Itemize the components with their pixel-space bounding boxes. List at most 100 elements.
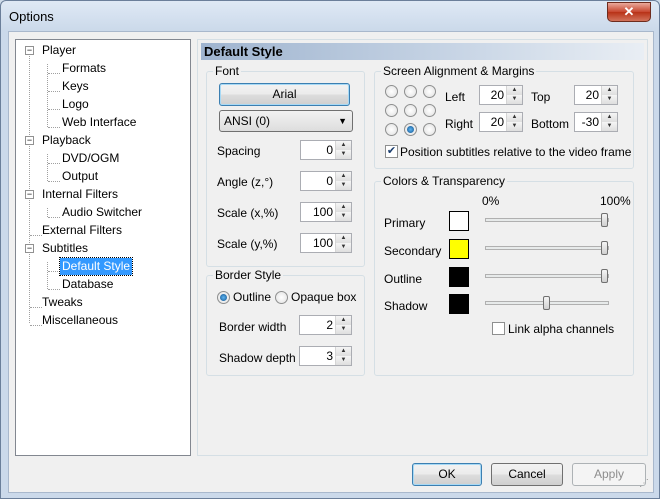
outline-color-swatch[interactable] — [449, 267, 469, 287]
apply-button[interactable]: Apply — [572, 463, 646, 486]
primary-alpha-slider[interactable] — [485, 218, 609, 222]
charset-select[interactable]: ANSI (0) ▼ — [219, 110, 353, 132]
secondary-color-swatch[interactable] — [449, 239, 469, 259]
tree-item-external-filters[interactable]: External Filters — [40, 222, 124, 239]
shadow-color-swatch[interactable] — [449, 294, 469, 314]
spacing-stepper[interactable]: 0 ▲ ▼ — [300, 140, 352, 160]
tree-item-keys[interactable]: Keys — [60, 78, 91, 95]
primary-alpha-thumb[interactable] — [601, 213, 608, 227]
tree-root-line — [29, 51, 30, 323]
spin-down-icon[interactable]: ▼ — [336, 325, 351, 334]
outline-color-label: Outline — [384, 272, 423, 286]
shadow-depth-label: Shadow depth — [219, 351, 296, 365]
tree-connector — [48, 109, 60, 110]
tree-item-player[interactable]: Player — [40, 42, 78, 59]
outline-alpha-thumb[interactable] — [601, 269, 608, 283]
tree-item-web-interface[interactable]: Web Interface — [60, 114, 138, 131]
expand-playback-icon[interactable]: − — [25, 136, 34, 145]
scale-y-stepper[interactable]: 100 ▲ ▼ — [300, 233, 352, 253]
spin-up-icon[interactable]: ▲ — [507, 113, 522, 122]
align-bottom-center-radio[interactable] — [404, 123, 417, 136]
tree-item-formats[interactable]: Formats — [60, 60, 108, 77]
spin-down-icon[interactable]: ▼ — [507, 122, 522, 131]
tree-item-internal-filters[interactable]: Internal Filters — [40, 186, 120, 203]
spin-down-icon[interactable]: ▼ — [336, 356, 351, 365]
primary-color-swatch[interactable] — [449, 211, 469, 231]
tree-item-output[interactable]: Output — [60, 168, 100, 185]
tree-connector — [48, 217, 60, 218]
font-button[interactable]: Arial — [219, 83, 350, 106]
bottom-margin-stepper[interactable]: -30 ▲ ▼ — [574, 112, 618, 132]
scale-x-stepper[interactable]: 100 ▲ ▼ — [300, 202, 352, 222]
align-bottom-right-radio[interactable] — [423, 123, 436, 136]
tree-item-dvd-ogm[interactable]: DVD/OGM — [60, 150, 121, 167]
border-style-group: Border Style Outline Opaque box Border w… — [206, 268, 365, 376]
tree-item-logo[interactable]: Logo — [60, 96, 91, 113]
align-middle-left-radio[interactable] — [385, 104, 398, 117]
spin-down-icon[interactable]: ▼ — [602, 122, 617, 131]
title-bar[interactable]: Options ✕ — [1, 1, 659, 31]
align-middle-center-radio[interactable] — [404, 104, 417, 117]
spin-up-icon[interactable]: ▲ — [507, 86, 522, 95]
tree-item-subtitles[interactable]: Subtitles — [40, 240, 90, 257]
spin-down-icon[interactable]: ▼ — [336, 181, 351, 190]
right-margin-stepper[interactable]: 20 ▲ ▼ — [479, 112, 523, 132]
spin-down-icon[interactable]: ▼ — [602, 95, 617, 104]
angle-stepper[interactable]: 0 ▲ ▼ — [300, 171, 352, 191]
spin-up-icon[interactable]: ▲ — [602, 86, 617, 95]
outline-radio[interactable] — [217, 291, 230, 304]
tree-item-playback[interactable]: Playback — [40, 132, 93, 149]
colors-group-label: Colors & Transparency — [381, 174, 508, 188]
close-button[interactable]: ✕ — [607, 2, 651, 22]
left-margin-stepper[interactable]: 20 ▲ ▼ — [479, 85, 523, 105]
ok-button[interactable]: OK — [412, 463, 482, 486]
spin-down-icon[interactable]: ▼ — [507, 95, 522, 104]
border-group-label: Border Style — [213, 268, 284, 282]
relative-position-checkbox[interactable]: ✔ — [385, 145, 398, 158]
spin-up-icon[interactable]: ▲ — [336, 141, 351, 150]
outline-label: Outline — [233, 290, 272, 304]
spin-down-icon[interactable]: ▼ — [336, 150, 351, 159]
border-width-stepper[interactable]: 2 ▲ ▼ — [299, 315, 352, 335]
spin-up-icon[interactable]: ▲ — [602, 113, 617, 122]
top-margin-label: Top — [531, 90, 551, 104]
spin-down-icon[interactable]: ▼ — [336, 243, 351, 252]
spin-down-icon[interactable]: ▼ — [336, 212, 351, 221]
scale-y-label: Scale (y,%) — [217, 237, 278, 251]
tree-item-database[interactable]: Database — [60, 276, 115, 293]
align-top-right-radio[interactable] — [423, 85, 436, 98]
options-tree[interactable]: − − − − Player Formats Keys Logo Web Int… — [15, 39, 191, 456]
tree-item-audio-switcher[interactable]: Audio Switcher — [60, 204, 144, 221]
spin-up-icon[interactable]: ▲ — [336, 172, 351, 181]
spin-up-icon[interactable]: ▲ — [336, 347, 351, 356]
shadow-alpha-thumb[interactable] — [543, 296, 550, 310]
spin-up-icon[interactable]: ▲ — [336, 234, 351, 243]
expand-player-icon[interactable]: − — [25, 46, 34, 55]
opaque-box-radio[interactable] — [275, 291, 288, 304]
align-top-left-radio[interactable] — [385, 85, 398, 98]
expand-subtitles-icon[interactable]: − — [25, 244, 34, 253]
cancel-button[interactable]: Cancel — [491, 463, 563, 486]
shadow-depth-stepper[interactable]: 3 ▲ ▼ — [299, 346, 352, 366]
align-top-center-radio[interactable] — [404, 85, 417, 98]
secondary-alpha-slider[interactable] — [485, 246, 609, 250]
tree-item-miscellaneous[interactable]: Miscellaneous — [40, 312, 120, 329]
tree-item-tweaks[interactable]: Tweaks — [40, 294, 85, 311]
alignment-group: Screen Alignment & Margins Left 20 ▲ ▼ To… — [374, 64, 634, 169]
align-bottom-left-radio[interactable] — [385, 123, 398, 136]
align-middle-right-radio[interactable] — [423, 104, 436, 117]
expand-internal-filters-icon[interactable]: − — [25, 190, 34, 199]
link-alpha-checkbox[interactable] — [492, 322, 505, 335]
top-margin-stepper[interactable]: 20 ▲ ▼ — [574, 85, 618, 105]
tree-connector — [48, 127, 60, 128]
tree-branch-line — [47, 208, 48, 217]
spin-up-icon[interactable]: ▲ — [336, 203, 351, 212]
secondary-alpha-thumb[interactable] — [601, 241, 608, 255]
tree-item-default-style[interactable]: Default Style — [58, 257, 134, 276]
left-margin-label: Left — [445, 90, 466, 104]
options-window: Options ✕ − − − − Player Formats Keys Lo… — [0, 0, 660, 499]
spin-up-icon[interactable]: ▲ — [336, 316, 351, 325]
resize-grip-icon[interactable]: ⋰ — [639, 478, 651, 490]
outline-alpha-slider[interactable] — [485, 274, 609, 278]
angle-value: 0 — [326, 174, 333, 188]
